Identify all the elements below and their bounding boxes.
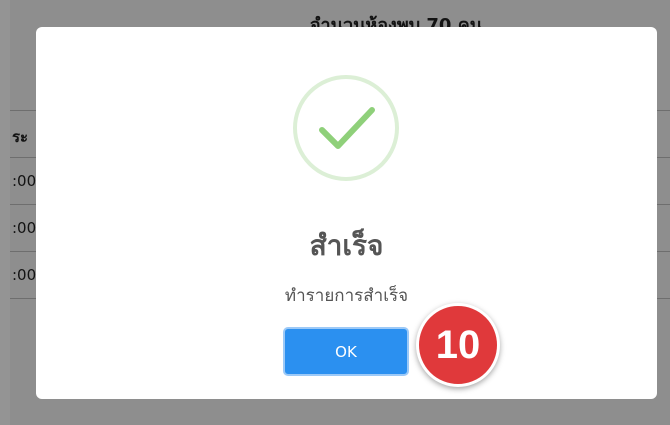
dialog-message: ทำรายการสำเร็จ bbox=[284, 286, 409, 306]
ok-button[interactable]: OK bbox=[283, 327, 409, 376]
success-dialog: สำเร็จ ทำรายการสำเร็จ OK bbox=[36, 27, 657, 399]
check-circle-icon bbox=[293, 75, 399, 181]
screen: จำนวนห้องพบ 70 คน ระ :00 :00 :00 สำเร็จ … bbox=[0, 0, 670, 425]
step-number-badge: 10 bbox=[416, 303, 500, 387]
dialog-title: สำเร็จ bbox=[309, 229, 384, 262]
